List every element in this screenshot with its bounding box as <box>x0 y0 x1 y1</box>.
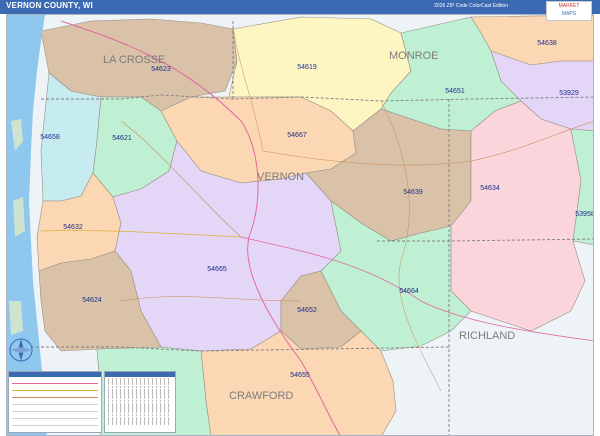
zip-label-54665: 54665 <box>207 266 227 273</box>
map-page: VERNON COUNTY, WI 2026 ZIP Code ColorCas… <box>0 0 600 436</box>
logo-line-1: MARKET <box>558 3 580 9</box>
county-label-richland: RICHLAND <box>459 330 515 342</box>
zip-label-53929: 53929 <box>559 90 579 97</box>
map-legend <box>8 371 102 433</box>
zip-code-index-table <box>104 371 176 433</box>
edition-label: 2026 ZIP Code ColorCast Edition <box>434 3 508 9</box>
zip-label-54624: 54624 <box>82 297 102 304</box>
zip-label-54651: 54651 <box>445 88 465 95</box>
legend-row <box>12 379 98 384</box>
zip-label-54638: 54638 <box>537 40 557 47</box>
zip-label-54619: 54619 <box>297 64 317 71</box>
legend-row <box>12 421 98 426</box>
legend-row <box>12 414 98 419</box>
zip-label-54667: 54667 <box>287 132 307 139</box>
zip-table-row <box>108 422 172 425</box>
county-label-la-crosse: LA CROSSE <box>103 54 165 66</box>
publisher-logo: MARKET MAPS <box>546 1 592 21</box>
title-bar: VERNON COUNTY, WI 2026 ZIP Code ColorCas… <box>0 0 600 14</box>
logo-line-2: MAPS <box>561 11 577 17</box>
zip-table-header <box>105 372 175 377</box>
zip-label-54623: 54623 <box>151 66 171 73</box>
legend-header <box>9 372 101 377</box>
zip-label-54658: 54658 <box>40 134 60 141</box>
zip-label-54634: 54634 <box>480 185 500 192</box>
zip-label-54632: 54632 <box>63 224 83 231</box>
zip-label-54664: 54664 <box>399 288 419 295</box>
map-title: VERNON COUNTY, WI <box>6 1 93 10</box>
county-label-monroe: MONROE <box>389 50 439 62</box>
county-label-vernon: VERNON <box>257 171 304 183</box>
legend-row <box>12 400 98 405</box>
zip-label-54621: 54621 <box>112 135 132 142</box>
zip-area-54634[interactable] <box>450 100 586 332</box>
zip-label-54652: 54652 <box>297 307 317 314</box>
zip-label-54639: 54639 <box>403 189 423 196</box>
compass-rose-icon <box>9 338 33 362</box>
legend-row <box>12 393 98 398</box>
zip-label-53958: 53958 <box>575 211 594 218</box>
county-label-crawford: CRAWFORD <box>229 390 293 402</box>
legend-row <box>12 386 98 391</box>
legend-row <box>12 407 98 412</box>
zip-label-54655: 54655 <box>290 372 310 379</box>
